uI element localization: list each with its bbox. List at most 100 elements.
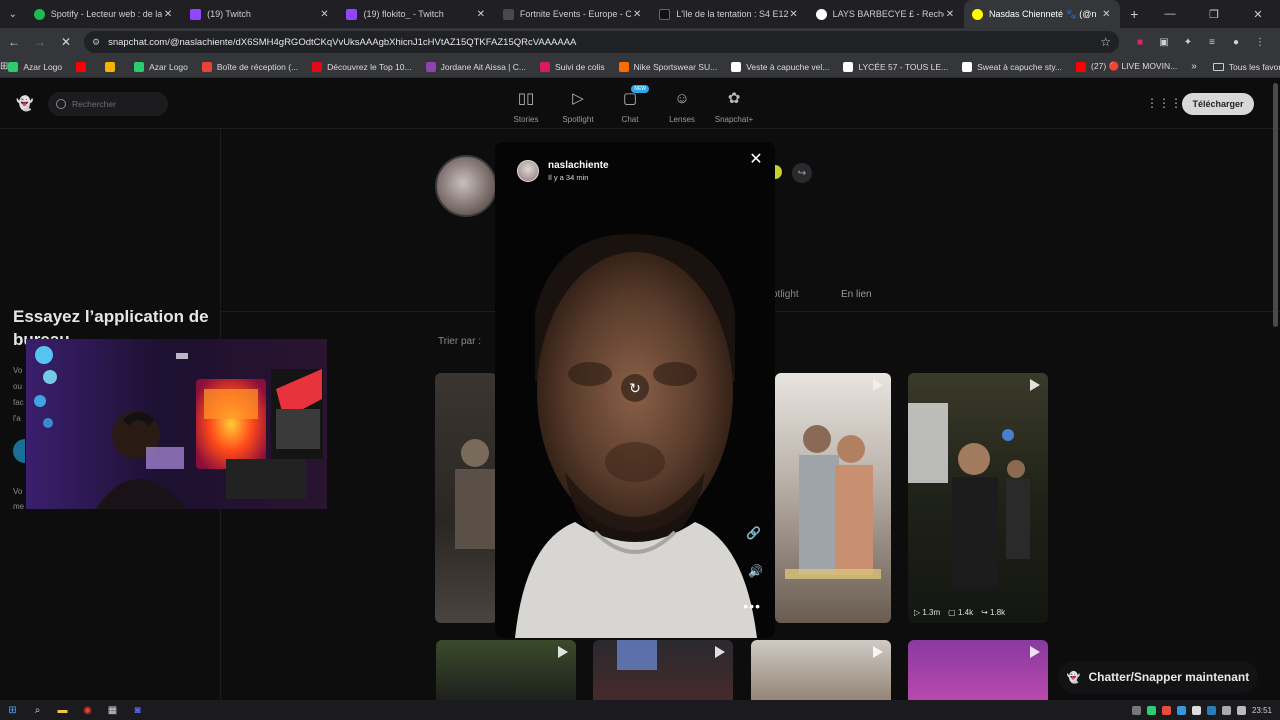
browser-tab[interactable]: (19) flokito_ - Twitch ✕ — [338, 0, 494, 28]
bookmark-item[interactable]: LYCÉE 57 - TOUS LE... — [843, 61, 948, 72]
bookmark-item[interactable]: Suivi de colis — [539, 61, 605, 72]
file-explorer-icon[interactable]: ▬ — [50, 700, 75, 720]
tray-app-white-icon[interactable] — [1191, 705, 1201, 715]
spotlight-card[interactable] — [593, 640, 733, 700]
browser-tab[interactable]: Spotify - Lecteur web : de la mu ✕ — [26, 0, 182, 28]
spotlight-card[interactable] — [435, 373, 497, 623]
tray-chevron-icon[interactable] — [1131, 705, 1141, 715]
window-close-icon[interactable]: ✕ — [1236, 0, 1280, 28]
tab-search-chevron-icon[interactable]: ⌄ — [0, 0, 26, 28]
bookmark-item[interactable]: Nike Sportswear SU... — [618, 61, 717, 72]
story-author-avatar[interactable] — [517, 160, 539, 182]
apps-grid-icon[interactable]: ⋮⋮⋮ — [1146, 96, 1182, 110]
browser-tab[interactable]: LAYS BARBECYE £ - Recherche ✕ — [808, 0, 964, 28]
tray-app-green-icon[interactable] — [1146, 705, 1156, 715]
bookmark-favicon-icon — [539, 61, 550, 72]
discord-taskbar-icon[interactable]: ◙ — [125, 700, 150, 720]
search-icon — [56, 99, 66, 109]
replay-icon[interactable]: ↻ — [621, 374, 649, 402]
address-bar[interactable]: ⚙ snapchat.com/@naslachiente/dX6SMH4gRGO… — [84, 31, 1119, 53]
volume-icon[interactable] — [1236, 705, 1246, 715]
copy-link-icon[interactable]: 🔗 — [746, 526, 761, 540]
bookmark-item[interactable]: Azar Logo — [8, 61, 62, 72]
all-bookmarks-folder[interactable]: Tous les favoris — [1212, 62, 1280, 72]
chat-now-button[interactable]: 👻 Chatter/Snapper maintenant — [1058, 661, 1258, 693]
tab-close-icon[interactable]: ✕ — [631, 9, 643, 20]
minimize-icon[interactable]: — — [1148, 0, 1192, 28]
more-options-icon[interactable]: ••• — [743, 598, 761, 614]
bookmark-item[interactable]: Jordane Ait Aissa | C... — [425, 61, 526, 72]
bookmark-item[interactable]: Azar Logo — [134, 61, 188, 72]
download-button[interactable]: Télécharger — [1182, 93, 1254, 115]
spotify-favicon-icon — [33, 8, 45, 20]
tray-app-red-icon[interactable] — [1161, 705, 1171, 715]
forward-arrow-icon[interactable]: → — [28, 30, 52, 54]
nav-item-chat[interactable]: ▢ NEW Chat — [609, 85, 651, 124]
story-author-name[interactable]: naslachiente — [548, 160, 609, 171]
new-tab-icon[interactable]: + — [1120, 0, 1148, 28]
extension-white-icon[interactable]: ▣ — [1157, 35, 1171, 49]
app-taskbar-icon[interactable]: ▦ — [100, 700, 125, 720]
snapchat-top-nav: ▯▯ Stories ▷ Spotlight ▢ NEW Chat ☺ Lenses ✿ Snapc… — [505, 85, 755, 125]
browser-tab[interactable]: Fortnite Events - Europe - Com ✕ — [495, 0, 651, 28]
streamer-webcam-overlay — [26, 339, 327, 509]
tab-spotlight[interactable]: otlight — [772, 289, 799, 300]
tab-close-icon[interactable]: ✕ — [944, 9, 956, 20]
tray-app-blue-icon[interactable] — [1176, 705, 1186, 715]
bookmark-item[interactable]: Sweat à capuche sty... — [962, 61, 1062, 72]
spotlight-card[interactable] — [436, 640, 576, 700]
bookmark-item[interactable]: Boîte de réception (... — [201, 61, 298, 72]
browser-tab-active[interactable]: Nasdas Chienneté 🐾 (@n ✕ — [963, 0, 1121, 28]
nav-item-spotlight[interactable]: ▷ Spotlight — [557, 89, 599, 124]
profile-avatar[interactable] — [435, 155, 497, 217]
browser-tab[interactable]: (19) Twitch ✕ — [182, 0, 338, 28]
tab-close-icon[interactable]: ✕ — [1100, 9, 1112, 20]
spotlight-card[interactable]: ▷ 1.3m ▢ 1.4k ↪ 1.8k — [908, 373, 1048, 623]
search-input[interactable]: Rechercher — [48, 92, 168, 116]
extension-red-icon[interactable]: ■ — [1133, 35, 1147, 49]
taskbar-search-icon[interactable]: ⌕ — [25, 700, 50, 720]
tab-close-icon[interactable]: ✕ — [788, 9, 800, 20]
browser-menu-icon[interactable]: ⋮ — [1253, 35, 1267, 49]
promo-download-button[interactable] — [13, 439, 25, 463]
bookmark-star-icon[interactable]: ☆ — [1100, 35, 1111, 49]
share-icon[interactable]: ↪ — [792, 163, 812, 183]
nav-item-lenses[interactable]: ☺ Lenses — [661, 89, 703, 125]
profile-avatar-icon[interactable]: ● — [1229, 35, 1243, 49]
nav-item-snapchat-[interactable]: ✿ Snapchat+ — [713, 89, 755, 124]
bookmark-item[interactable] — [105, 61, 120, 72]
tab-close-icon[interactable]: ✕ — [162, 9, 174, 20]
stop-loading-icon[interactable]: ✕ — [54, 30, 78, 54]
bookmarks-overflow-icon[interactable]: » — [1191, 61, 1197, 72]
browser-tab[interactable]: L'île de la tentation : S4 E12 (2/ ✕ — [651, 0, 807, 28]
spotlight-card[interactable] — [775, 373, 891, 623]
extensions-puzzle-icon[interactable]: ✦ — [1181, 35, 1195, 49]
snapchat-ghost-logo-icon[interactable]: 👻 — [16, 95, 33, 112]
bookmark-item[interactable]: Veste à capuche vel... — [731, 61, 829, 72]
bookmark-item[interactable]: (27) 🔴 LIVE MOVIN... — [1076, 61, 1177, 72]
windows-start-icon[interactable]: ⊞ — [0, 700, 25, 720]
nav-item-stories[interactable]: ▯▯ Stories — [505, 89, 547, 124]
tab-en-lien[interactable]: En lien — [841, 289, 872, 300]
media-controls-icon[interactable]: ≡ — [1205, 35, 1219, 49]
card-thumbnail-image — [617, 640, 657, 670]
page-scrollbar[interactable] — [1273, 83, 1278, 327]
network-icon[interactable] — [1221, 705, 1231, 715]
tab-close-icon[interactable]: ✕ — [475, 9, 487, 20]
apps-grid-icon[interactable]: ⊞ — [0, 61, 8, 72]
bluetooth-icon[interactable] — [1206, 705, 1216, 715]
chrome-taskbar-icon[interactable]: ◉ — [75, 700, 100, 720]
spotlight-card[interactable] — [908, 640, 1048, 700]
bookmark-item[interactable]: Découvrez le Top 10... — [312, 61, 412, 72]
restore-icon[interactable]: ❐ — [1192, 0, 1236, 28]
close-icon[interactable]: ✕ — [747, 150, 765, 168]
tf1-favicon-icon — [659, 8, 671, 20]
bookmark-label: Découvrez le Top 10... — [327, 61, 412, 72]
back-arrow-icon[interactable]: ← — [2, 30, 26, 54]
clock[interactable]: 23:51 — [1252, 706, 1272, 715]
tab-close-icon[interactable]: ✕ — [318, 9, 330, 20]
sound-toggle-icon[interactable]: 🔊 — [748, 564, 763, 578]
spotlight-card[interactable] — [751, 640, 891, 700]
bookmark-item[interactable] — [76, 61, 91, 72]
site-info-icon[interactable]: ⚙ — [92, 37, 100, 48]
